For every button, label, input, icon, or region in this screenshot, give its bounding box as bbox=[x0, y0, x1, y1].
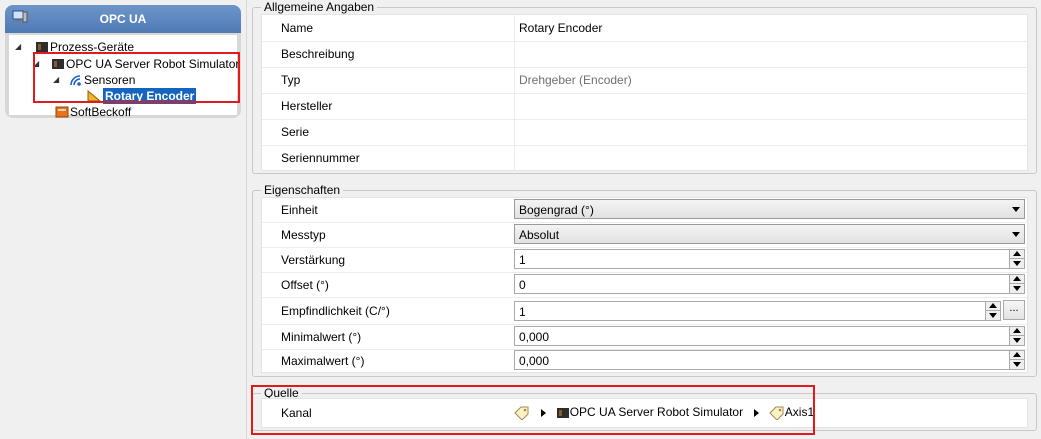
tree-header-title: OPC UA bbox=[99, 12, 147, 26]
dropdown-value: Bogengrad (°) bbox=[519, 203, 594, 217]
spinner-buttons[interactable] bbox=[1009, 250, 1024, 268]
row-typ: Typ Drehgeber (Encoder) bbox=[262, 67, 1027, 94]
dropdown-arrow-icon bbox=[1012, 232, 1020, 237]
empfindlichkeit-numeric-input[interactable]: 1 bbox=[514, 301, 1001, 321]
typ-field: Drehgeber (Encoder) bbox=[514, 67, 1027, 93]
spin-up-icon[interactable] bbox=[1013, 251, 1021, 256]
spin-down-icon[interactable] bbox=[1013, 261, 1021, 266]
row-einheit: Einheit Bogengrad (°) bbox=[262, 198, 1027, 223]
tree-header: OPC UA bbox=[5, 5, 241, 33]
numeric-value: 0,000 bbox=[519, 354, 550, 368]
field-label: Typ bbox=[281, 73, 301, 87]
field-label: Empfindlichkeit (C/°) bbox=[281, 304, 390, 318]
spin-down-icon[interactable] bbox=[1013, 338, 1021, 343]
name-field[interactable]: Rotary Encoder bbox=[514, 15, 1027, 41]
spinner-buttons[interactable] bbox=[1009, 275, 1024, 293]
einheit-dropdown[interactable]: Bogengrad (°) bbox=[514, 199, 1025, 219]
verstaerkung-numeric-input[interactable]: 1 bbox=[514, 249, 1025, 269]
serie-field[interactable] bbox=[514, 119, 1027, 145]
numeric-value: 1 bbox=[519, 305, 526, 319]
field-label: Offset (°) bbox=[281, 278, 329, 292]
row-seriennummer: Seriennummer bbox=[262, 145, 1027, 171]
row-empfindlichkeit: Empfindlichkeit (C/°) 1 ... bbox=[262, 298, 1027, 325]
seriennummer-field[interactable] bbox=[514, 145, 1027, 171]
row-offset: Offset (°) 0 bbox=[262, 273, 1027, 298]
minimalwert-numeric-input[interactable]: 0,000 bbox=[514, 326, 1025, 346]
maximalwert-numeric-input[interactable]: 0,000 bbox=[514, 350, 1025, 370]
numeric-value: 1 bbox=[519, 253, 526, 267]
field-label: Hersteller bbox=[281, 99, 333, 113]
device-tree-panel: OPC UA ◢ Prozess-Geräte ◢ OPC UA Server … bbox=[0, 0, 246, 439]
field-label: Name bbox=[281, 21, 314, 35]
field-value: Drehgeber (Encoder) bbox=[519, 73, 632, 87]
row-beschreibung: Beschreibung bbox=[262, 41, 1027, 68]
row-serie: Serie bbox=[262, 119, 1027, 146]
ellipsis-button[interactable]: ... bbox=[1003, 300, 1025, 320]
field-label: Seriennummer bbox=[281, 151, 360, 165]
beschreibung-field[interactable] bbox=[514, 41, 1027, 67]
properties-grid: Einheit Bogengrad (°) Messtyp Absolut Ve… bbox=[261, 197, 1028, 373]
field-label: Verstärkung bbox=[281, 253, 346, 267]
spinner-buttons[interactable] bbox=[985, 302, 1000, 320]
group-eigenschaften: Eigenschaften Einheit Bogengrad (°) Mess… bbox=[252, 183, 1037, 377]
spin-up-icon[interactable] bbox=[989, 303, 997, 308]
row-name: Name Rotary Encoder bbox=[262, 15, 1027, 42]
general-info-grid: Name Rotary Encoder Beschreibung Typ Dre… bbox=[261, 14, 1028, 171]
row-messtyp: Messtyp Absolut bbox=[262, 223, 1027, 248]
dropdown-arrow-icon bbox=[1012, 207, 1020, 212]
properties-panel: Allgemeine Angaben Name Rotary Encoder B… bbox=[246, 0, 1041, 439]
dropdown-value: Absolut bbox=[519, 228, 560, 242]
spinner-buttons[interactable] bbox=[1009, 351, 1024, 369]
row-verstaerkung: Verstärkung 1 bbox=[262, 248, 1027, 273]
field-label: Serie bbox=[281, 125, 310, 139]
plc-icon bbox=[55, 106, 69, 118]
expand-arrow-icon[interactable]: ◢ bbox=[15, 39, 21, 55]
row-hersteller: Hersteller bbox=[262, 93, 1027, 120]
offset-numeric-input[interactable]: 0 bbox=[514, 274, 1025, 294]
highlight-box-tree bbox=[33, 52, 240, 103]
field-value: Rotary Encoder bbox=[519, 21, 603, 35]
group-allgemeine-angaben: Allgemeine Angaben Name Rotary Encoder B… bbox=[252, 0, 1037, 174]
field-label: Beschreibung bbox=[281, 47, 355, 61]
numeric-value: 0,000 bbox=[519, 330, 550, 344]
field-label: Minimalwert (°) bbox=[281, 330, 362, 344]
spin-down-icon[interactable] bbox=[989, 313, 997, 318]
spin-down-icon[interactable] bbox=[1013, 362, 1021, 367]
group-legend: Allgemeine Angaben bbox=[261, 0, 378, 14]
tree-node-label: SoftBeckoff bbox=[70, 105, 132, 119]
row-maximalwert: Maximalwert (°) 0,000 bbox=[262, 349, 1027, 371]
messtyp-dropdown[interactable]: Absolut bbox=[514, 224, 1025, 244]
spin-up-icon[interactable] bbox=[1013, 328, 1021, 333]
field-label: Einheit bbox=[281, 203, 318, 217]
spin-up-icon[interactable] bbox=[1013, 276, 1021, 281]
field-label: Maximalwert (°) bbox=[281, 354, 365, 368]
group-legend: Eigenschaften bbox=[261, 183, 344, 197]
highlight-box-quelle bbox=[251, 385, 815, 435]
numeric-value: 0 bbox=[519, 278, 526, 292]
spin-up-icon[interactable] bbox=[1013, 352, 1021, 357]
hersteller-field[interactable] bbox=[514, 93, 1027, 119]
field-label: Messtyp bbox=[281, 228, 326, 242]
row-minimalwert: Minimalwert (°) 0,000 bbox=[262, 325, 1027, 350]
spinner-buttons[interactable] bbox=[1009, 327, 1024, 345]
spin-down-icon[interactable] bbox=[1013, 286, 1021, 291]
